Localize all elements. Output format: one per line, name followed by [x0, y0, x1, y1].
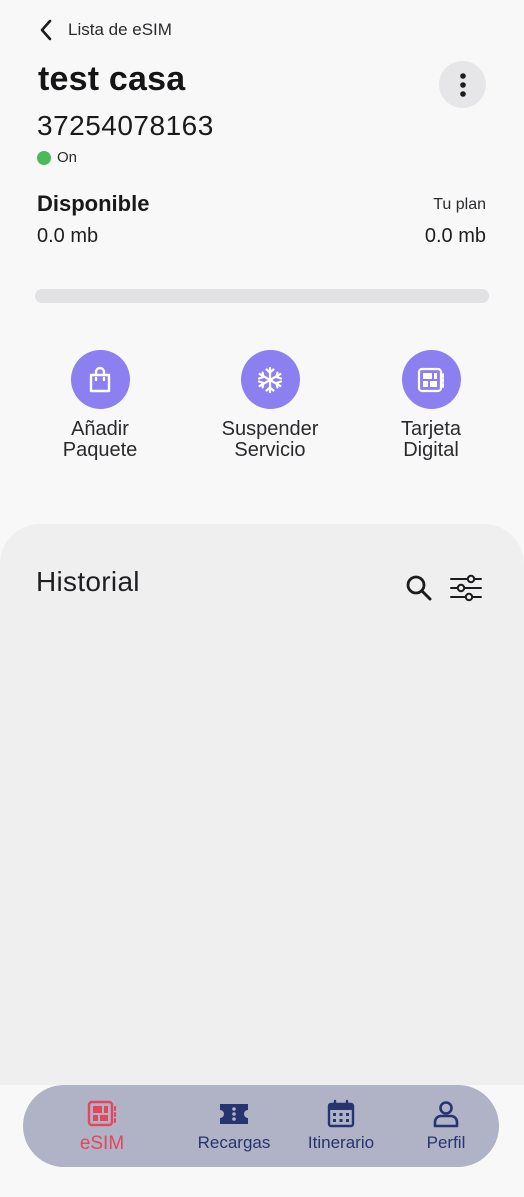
add-package-label-line2: Paquete — [62, 439, 138, 461]
chevron-left-icon — [40, 19, 52, 41]
nav-item-perfil[interactable]: Perfil — [396, 1099, 496, 1153]
suspend-service-label-line2: Servicio — [234, 439, 306, 461]
history-search-button[interactable] — [404, 573, 434, 608]
bottom-navigation: eSIM Recargas Itinerario Perfil — [23, 1085, 499, 1167]
filter-sliders-icon — [450, 574, 482, 602]
suspend-service-button[interactable]: Suspender Servicio — [195, 350, 345, 461]
snowflake-icon — [257, 366, 283, 393]
page-title: test casa — [38, 60, 186, 98]
status-dot-icon — [37, 150, 51, 165]
user-icon — [433, 1101, 459, 1128]
nav-label-itinerario: Itinerario — [307, 1133, 375, 1152]
back-label: Lista de eSIM — [68, 20, 172, 39]
history-title: Historial — [36, 566, 140, 597]
phone-number: 37254078163 — [37, 110, 214, 141]
status-text: On — [57, 149, 78, 166]
status-indicator: On — [37, 149, 77, 166]
plan-value: 0.0 mb — [424, 225, 486, 247]
more-vertical-icon — [459, 72, 466, 97]
digital-card-icon-circle — [401, 350, 461, 409]
nav-item-itinerario[interactable]: Itinerario — [291, 1099, 391, 1153]
nav-item-recargas[interactable]: Recargas — [184, 1099, 284, 1153]
add-package-button[interactable]: Añadir Paquete — [25, 350, 175, 461]
search-icon — [406, 575, 432, 601]
plan-label: Tu plan — [433, 196, 486, 213]
nav-label-perfil: Perfil — [426, 1133, 466, 1152]
suspend-service-icon-circle — [240, 350, 300, 409]
back-button[interactable]: Lista de eSIM — [38, 14, 172, 46]
available-value: 0.0 mb — [37, 225, 99, 247]
suspend-service-label: Suspender Servicio — [200, 419, 340, 461]
digital-card-label-line1: Tarjeta — [400, 418, 462, 440]
nav-item-esim[interactable]: eSIM — [52, 1099, 152, 1155]
digital-card-button[interactable]: Tarjeta Digital — [356, 350, 506, 461]
add-package-label: Añadir Paquete — [30, 419, 170, 461]
calendar-icon — [327, 1099, 355, 1128]
nav-label-recargas: Recargas — [197, 1133, 271, 1152]
more-options-button[interactable] — [439, 61, 486, 108]
digital-card-label-line2: Digital — [403, 439, 459, 461]
sim-card-icon — [87, 1100, 116, 1127]
usage-progress-bar — [35, 289, 489, 303]
add-package-icon-circle — [70, 350, 130, 409]
suspend-service-label-line1: Suspender — [221, 418, 319, 440]
available-label: Disponible — [37, 191, 150, 216]
nav-label-esim: eSIM — [79, 1133, 125, 1154]
sim-card-icon — [417, 367, 444, 392]
bag-icon — [89, 366, 111, 392]
add-package-label-line1: Añadir — [71, 418, 129, 440]
digital-card-label: Tarjeta Digital — [361, 419, 501, 461]
history-filter-button[interactable] — [449, 574, 483, 607]
ticket-icon — [220, 1104, 248, 1124]
